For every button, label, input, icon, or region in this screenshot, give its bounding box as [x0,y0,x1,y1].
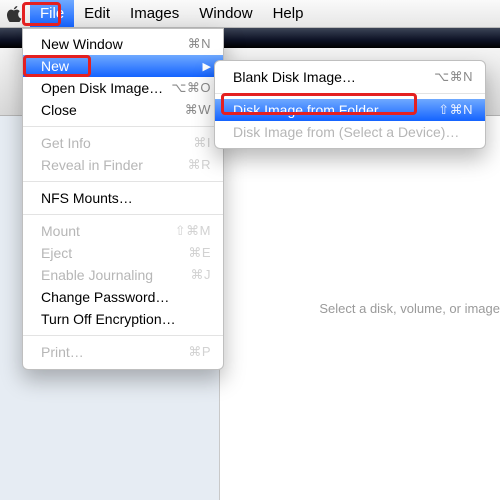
menu-images[interactable]: Images [120,0,189,27]
menu-item-new[interactable]: New ▶ [23,55,223,77]
menu-separator [215,93,485,94]
apple-menu[interactable] [0,0,30,27]
menu-item-shortcut: ⌥⌘O [171,80,211,96]
main-pane: Select a disk, volume, or image [220,116,500,500]
menu-item-label: Mount [41,223,80,239]
submenu-item-disk-image-from-device: Disk Image from (Select a Device)… [215,121,485,143]
menu-window[interactable]: Window [189,0,262,27]
menu-item-new-window[interactable]: New Window ⌘N [23,33,223,55]
menu-item-label: Open Disk Image… [41,80,163,96]
menu-item-label: Enable Journaling [41,267,153,283]
menu-item-label: NFS Mounts… [41,190,133,206]
menu-separator [23,214,223,215]
menu-item-label: Close [41,102,77,118]
menu-item-shortcut: ⌘E [188,245,211,261]
new-submenu: Blank Disk Image… ⌥⌘N Disk Image from Fo… [214,60,486,149]
menu-item-nfs-mounts[interactable]: NFS Mounts… [23,187,223,209]
menu-item-change-password[interactable]: Change Password… [23,286,223,308]
menu-item-print: Print… ⌘P [23,341,223,363]
menu-item-reveal-in-finder: Reveal in Finder ⌘R [23,154,223,176]
submenu-arrow-icon: ▶ [195,60,211,73]
menu-item-mount: Mount ⇧⌘M [23,220,223,242]
menu-item-shortcut: ⌘R [188,157,211,173]
menu-separator [23,181,223,182]
file-dropdown: New Window ⌘N New ▶ Open Disk Image… ⌥⌘O… [22,28,224,370]
menu-item-turn-off-encryption[interactable]: Turn Off Encryption… [23,308,223,330]
menu-item-get-info: Get Info ⌘I [23,132,223,154]
menu-item-label: Disk Image from Folder… [233,102,392,118]
menu-item-open-disk-image[interactable]: Open Disk Image… ⌥⌘O [23,77,223,99]
menu-item-label: Disk Image from (Select a Device)… [233,124,459,140]
menu-item-label: New Window [41,36,123,52]
submenu-item-disk-image-from-folder[interactable]: Disk Image from Folder… ⇧⌘N [215,99,485,121]
placeholder-text: Select a disk, volume, or image [319,301,500,316]
menu-item-label: Get Info [41,135,91,151]
menu-item-label: Blank Disk Image… [233,69,356,85]
menu-edit[interactable]: Edit [74,0,120,27]
menu-item-label: New [41,58,69,74]
menu-item-label: Eject [41,245,72,261]
menu-item-shortcut: ⌘W [185,102,211,118]
menu-item-shortcut: ⌘N [188,36,211,52]
menu-item-shortcut: ⌘J [191,267,212,283]
menubar: File Edit Images Window Help [0,0,500,28]
menu-item-shortcut: ⌘I [193,135,211,151]
menu-item-shortcut: ⇧⌘N [438,102,473,118]
menu-item-eject: Eject ⌘E [23,242,223,264]
menu-file[interactable]: File [30,0,74,27]
menu-separator [23,126,223,127]
menu-item-enable-journaling: Enable Journaling ⌘J [23,264,223,286]
menu-item-label: Reveal in Finder [41,157,143,173]
menu-item-label: Turn Off Encryption… [41,311,176,327]
apple-icon [7,6,23,22]
menu-help[interactable]: Help [263,0,314,27]
menu-item-close[interactable]: Close ⌘W [23,99,223,121]
menu-item-label: Print… [41,344,84,360]
menu-item-shortcut: ⌥⌘N [434,69,473,85]
menu-item-shortcut: ⌘P [188,344,211,360]
menu-separator [23,335,223,336]
menu-item-shortcut: ⇧⌘M [175,223,211,239]
menu-item-label: Change Password… [41,289,169,305]
submenu-item-blank-disk-image[interactable]: Blank Disk Image… ⌥⌘N [215,66,485,88]
